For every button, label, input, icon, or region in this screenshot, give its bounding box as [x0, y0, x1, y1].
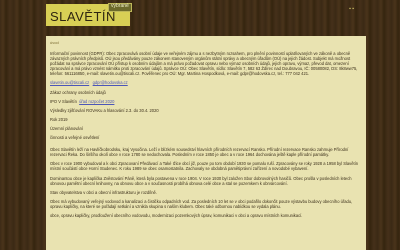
history-paragraph: Obec má vybudovaný veřejný vodovod a kan… [50, 198, 353, 209]
gdpr-paragraph: Informační povinnost (GDPR): Obec zpraco… [50, 51, 358, 77]
site-header: SLAVĚTÍN vybrané ▪ ▪ [0, 0, 400, 34]
line-ipo: IPO V Slavětín úřad rozpočet 2020 [50, 99, 362, 104]
line-vysledky: Výsledky zjišťování ROVAKu a hlasování 2… [50, 107, 159, 113]
header-nav[interactable]: ▪ ▪ [349, 6, 354, 12]
email-link[interactable]: slavetin.ou@tiscali.cz [50, 80, 89, 85]
ipo-links[interactable]: úřad rozpočet 2020 [79, 99, 114, 104]
breadcrumb[interactable]: úvod [50, 40, 362, 45]
line-rok: Rok 2019 [50, 116, 68, 122]
main-content: úvod Informační povinnost (GDPR): Obec z… [46, 36, 366, 250]
line-uzemni: Územní plánování [50, 125, 83, 131]
gdpr-link[interactable]: gdpr@hodovska.cz [93, 80, 128, 85]
history-paragraph: obce, opravu kapličky, prodloužení obecn… [50, 212, 303, 218]
history-paragraph: Stav obyvatelstva v obci a obecní infras… [50, 189, 157, 195]
history-paragraph: Obec v roce 1900 vybudoval a k obci Zpra… [50, 161, 359, 172]
logo-text: vybrané [111, 3, 129, 9]
ipo-label: IPO V Slavětín [50, 98, 77, 104]
links-row: slavetin.ou@tiscali.cz gdpr@hodovska.cz [50, 80, 362, 85]
line-cinnosti: činnosti a veřejné osvětlení [50, 135, 100, 141]
line-zpravy: Zákaz ochrany osobních údajů [50, 89, 106, 95]
history-paragraph: Obec Slavětín leží na Havlíčkobrodsku, k… [50, 147, 349, 158]
page-background: SLAVĚTÍN vybrané ▪ ▪ úvod Informační pov… [0, 0, 400, 250]
site-title[interactable]: SLAVĚTÍN [50, 9, 116, 24]
history-paragraph: Dominantou obce je kaplička Zvěstování P… [50, 175, 352, 186]
